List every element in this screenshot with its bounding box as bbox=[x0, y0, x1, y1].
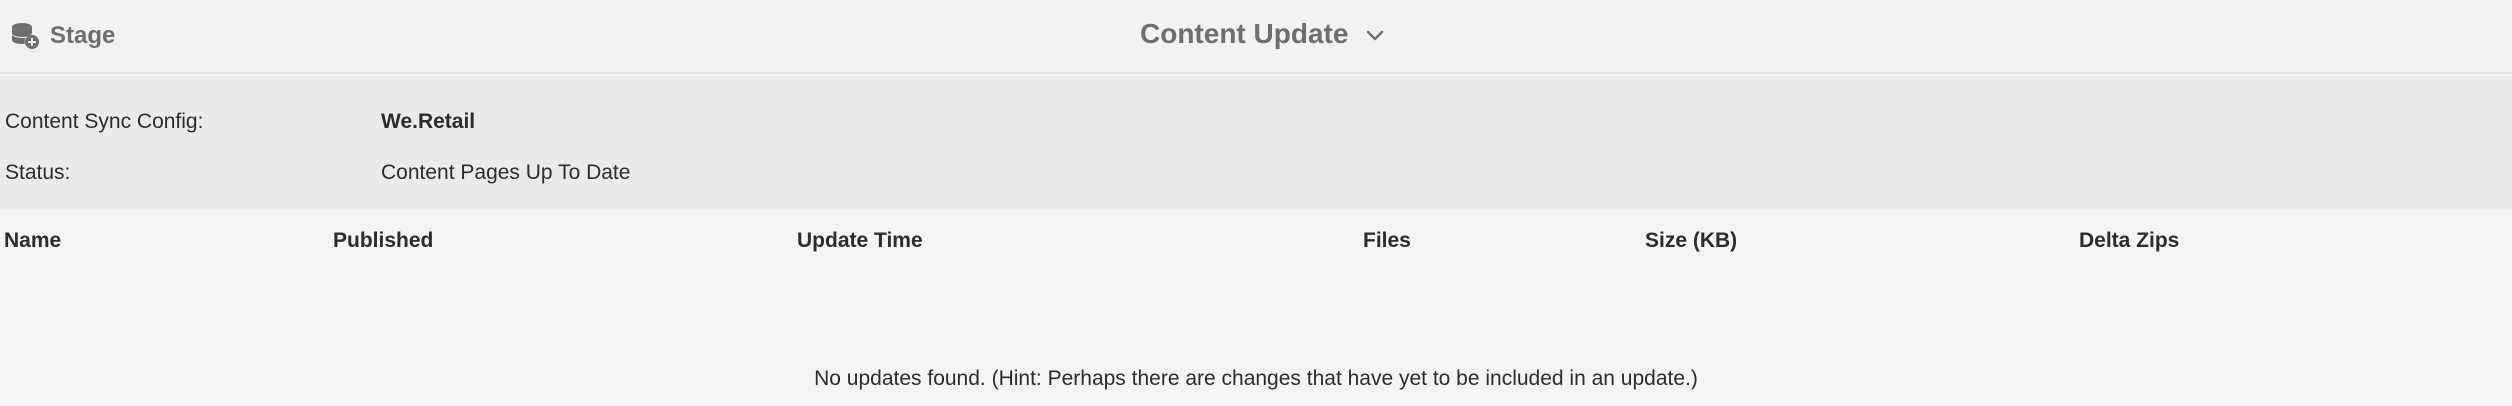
page-title-dropdown[interactable]: Content Update bbox=[1140, 14, 1384, 54]
sync-info-panel: Content Sync Config: We.Retail Status: C… bbox=[0, 76, 2512, 209]
chevron-down-icon bbox=[1366, 27, 1384, 42]
column-header-name[interactable]: Name bbox=[4, 229, 61, 253]
column-header-delta-zips[interactable]: Delta Zips bbox=[2079, 229, 2179, 253]
status-value: Content Pages Up To Date bbox=[381, 161, 631, 184]
column-header-update-time[interactable]: Update Time bbox=[797, 229, 923, 253]
empty-state-message: No updates found. (Hint: Perhaps there a… bbox=[814, 367, 1698, 390]
config-row: Content Sync Config: We.Retail bbox=[0, 107, 2512, 137]
column-header-published[interactable]: Published bbox=[333, 229, 433, 253]
updates-table: Name Published Update Time Files Size (K… bbox=[0, 209, 2512, 406]
database-add-icon bbox=[10, 21, 40, 51]
stage-label: Stage bbox=[50, 22, 116, 49]
page-title: Content Update bbox=[1140, 18, 1349, 49]
status-label: Status: bbox=[5, 161, 71, 184]
status-row: Status: Content Pages Up To Date bbox=[0, 158, 2512, 188]
config-label: Content Sync Config: bbox=[5, 110, 204, 133]
top-bar: Stage Content Update bbox=[0, 0, 2512, 74]
column-header-files[interactable]: Files bbox=[1363, 229, 1411, 253]
column-header-size[interactable]: Size (KB) bbox=[1645, 229, 1737, 253]
stage-button[interactable]: Stage bbox=[10, 16, 115, 56]
config-value: We.Retail bbox=[381, 110, 476, 133]
